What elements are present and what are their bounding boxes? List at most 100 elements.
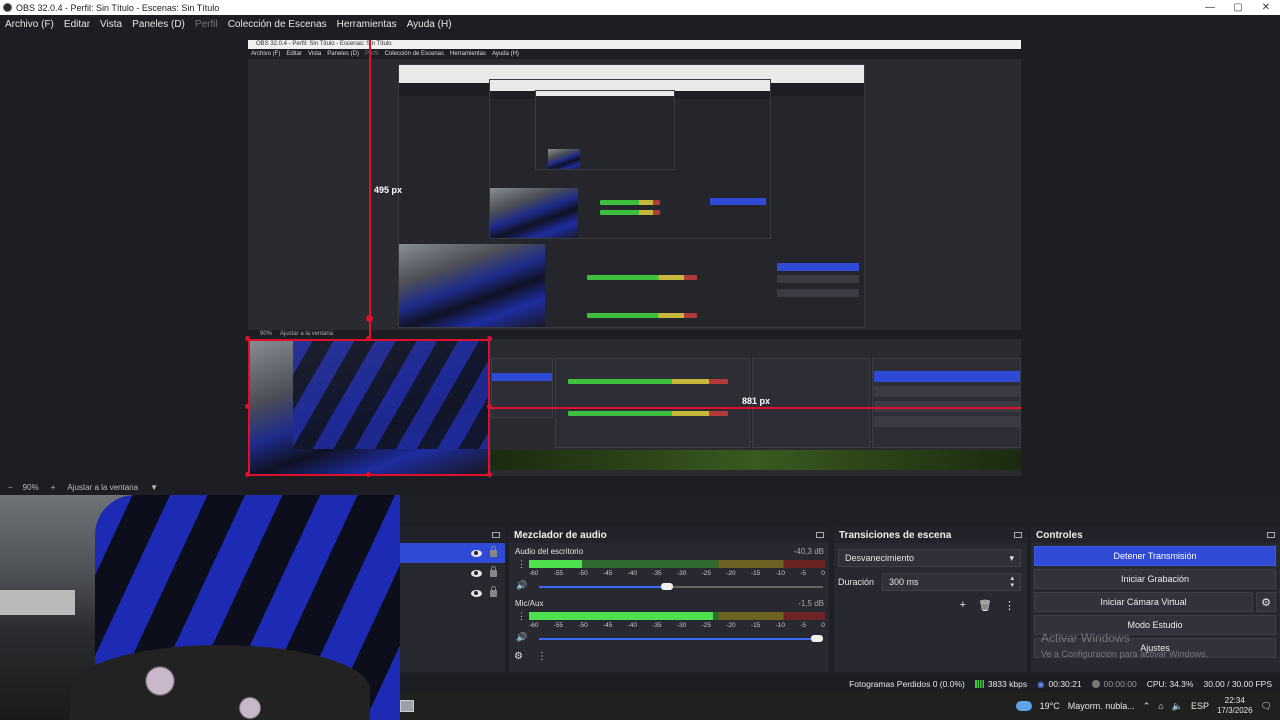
nested-menu-item: Archivo (F) bbox=[251, 51, 281, 57]
speaker-icon[interactable]: 🔊 bbox=[516, 632, 527, 643]
nested-menu-bar: Archivo (F) Editar Vista Paneles (D) Per… bbox=[248, 49, 1021, 59]
volume-icon[interactable]: 🔈 bbox=[1172, 701, 1183, 712]
gear-icon[interactable]: ⚙ bbox=[1256, 592, 1276, 612]
zoom-in-button[interactable]: + bbox=[45, 483, 62, 492]
visibility-eye-icon[interactable] bbox=[471, 589, 482, 597]
menu-vista[interactable]: Vista bbox=[95, 19, 127, 30]
system-tray: 19°C Mayorm. nubla... ⌃ ⌂ 🔈 ESP 22:34 17… bbox=[1015, 696, 1280, 716]
record-time: 00:00:00 bbox=[1103, 679, 1137, 689]
clock-time: 22:34 bbox=[1224, 696, 1245, 705]
zoom-dropdown-icon[interactable]: ▼ bbox=[144, 483, 164, 492]
cpu-usage: CPU: 34.3% bbox=[1146, 679, 1194, 689]
nested-sources-panel bbox=[491, 358, 553, 418]
weather-temp[interactable]: 19°C bbox=[1040, 701, 1060, 711]
network-icon[interactable]: ⌂ bbox=[1158, 701, 1163, 711]
speaker-icon[interactable]: 🔊 bbox=[516, 580, 527, 591]
resize-handle[interactable] bbox=[366, 472, 371, 477]
audio-track-desktop: Audio del escritorio -40,3 dB ⋮ -60 -55 -5… bbox=[509, 543, 829, 595]
horizontal-guide-line bbox=[490, 407, 1021, 409]
nested-audio-panel bbox=[555, 358, 750, 448]
transitions-header: Transiciones de escena bbox=[834, 527, 1027, 543]
lock-icon[interactable] bbox=[490, 565, 497, 577]
nested-preview-level-3 bbox=[489, 79, 771, 239]
menu-bar: Archivo (F) Editar Vista Paneles (D) Per… bbox=[0, 15, 1280, 33]
resize-handle[interactable] bbox=[245, 336, 250, 341]
chevron-up-icon[interactable]: ⌃ bbox=[1143, 701, 1151, 712]
audio-mixer-toolbar: ⚙ ⋮ bbox=[509, 647, 829, 662]
nested-menu-item: Editar bbox=[286, 51, 303, 57]
menu-paneles[interactable]: Paneles (D) bbox=[127, 19, 190, 30]
language-indicator[interactable]: ESP bbox=[1191, 701, 1209, 711]
selection-box[interactable] bbox=[248, 339, 490, 476]
transitions-toolbar: + 🗑 ⋮ bbox=[834, 599, 1015, 612]
start-recording-button[interactable]: Iniciar Grabación bbox=[1034, 569, 1276, 589]
spinner-arrows-icon[interactable]: ▴ ▾ bbox=[1010, 575, 1014, 589]
menu-editar[interactable]: Editar bbox=[59, 19, 95, 30]
resize-handle[interactable] bbox=[487, 472, 492, 477]
fit-to-window-label[interactable]: Ajustar a la ventana bbox=[61, 483, 144, 492]
nested-taskbar bbox=[491, 450, 1021, 470]
dock-undock-icon[interactable] bbox=[816, 532, 824, 538]
menu-perfil[interactable]: Perfil bbox=[190, 19, 223, 30]
taskbar-app-icon[interactable] bbox=[400, 700, 414, 712]
transition-menu-icon[interactable]: ⋮ bbox=[1004, 599, 1015, 612]
lock-icon[interactable] bbox=[490, 585, 497, 597]
menu-coleccion-escenas[interactable]: Colección de Escenas bbox=[223, 19, 332, 30]
audio-mixer-title: Mezclador de audio bbox=[514, 529, 607, 541]
add-transition-icon[interactable]: + bbox=[960, 599, 966, 612]
maximize-button[interactable]: ▢ bbox=[1224, 0, 1252, 15]
audio-mixer-header: Mezclador de audio bbox=[509, 527, 829, 543]
volume-slider[interactable] bbox=[539, 635, 824, 642]
resize-handle[interactable] bbox=[366, 336, 371, 341]
track-name: Mic/Aux bbox=[515, 599, 544, 608]
track-menu-icon[interactable]: ⋮ bbox=[517, 559, 526, 570]
nested-menu-item: Perfil bbox=[364, 51, 379, 57]
resize-handle[interactable] bbox=[487, 336, 492, 341]
source-row[interactable] bbox=[400, 543, 505, 563]
start-virtual-camera-button[interactable]: Iniciar Cámara Virtual bbox=[1034, 592, 1253, 612]
weather-description[interactable]: Mayorm. nubla... bbox=[1068, 701, 1135, 711]
resize-handle[interactable] bbox=[245, 472, 250, 477]
dock-undock-icon[interactable] bbox=[1267, 532, 1275, 538]
visibility-eye-icon[interactable] bbox=[471, 549, 482, 557]
remove-transition-icon[interactable]: 🗑 bbox=[978, 599, 992, 612]
transition-select[interactable]: Desvanecimiento ▾ bbox=[838, 549, 1021, 567]
resize-handle[interactable] bbox=[245, 404, 250, 409]
dock-undock-icon[interactable] bbox=[492, 532, 500, 538]
menu-archivo[interactable]: Archivo (F) bbox=[0, 19, 59, 30]
track-menu-icon[interactable]: ⋮ bbox=[517, 611, 526, 622]
meter-fill bbox=[529, 612, 713, 620]
zoom-out-button[interactable]: − bbox=[0, 483, 17, 492]
volume-knob[interactable] bbox=[660, 583, 673, 590]
mixer-menu-icon[interactable]: ⋮ bbox=[537, 651, 547, 662]
audio-track-mic: Mic/Aux -1,5 dB ⋮ -60 -55 -50 -45 -40 -35 -30-… bbox=[509, 595, 829, 647]
track-db: -1,5 dB bbox=[798, 599, 824, 608]
guide-handle[interactable] bbox=[366, 315, 373, 322]
menu-herramientas[interactable]: Herramientas bbox=[332, 19, 402, 30]
notifications-icon[interactable]: 🗨 bbox=[1261, 701, 1272, 712]
minimize-button[interactable]: — bbox=[1196, 0, 1224, 15]
stop-streaming-button[interactable]: Detener Transmisión bbox=[1034, 546, 1276, 566]
activation-watermark-subtitle: Ve a Configuración para activar Windows. bbox=[1041, 649, 1209, 659]
nested-fit-label: Ajustar a la ventana bbox=[280, 331, 334, 337]
menu-ayuda[interactable]: Ayuda (H) bbox=[402, 19, 457, 30]
volume-knob[interactable] bbox=[811, 635, 824, 642]
dock-undock-icon[interactable] bbox=[1014, 532, 1022, 538]
vertical-measure-label: 495 px bbox=[374, 185, 403, 195]
duration-value: 300 ms bbox=[889, 577, 919, 587]
nested-menu-item: Vista bbox=[308, 51, 322, 57]
advanced-audio-properties-icon[interactable]: ⚙ bbox=[514, 651, 523, 662]
chevron-down-icon: ▾ bbox=[1009, 552, 1014, 563]
lock-icon[interactable] bbox=[490, 545, 497, 557]
source-row[interactable] bbox=[400, 563, 505, 583]
clock[interactable]: 22:34 17/3/2026 bbox=[1217, 696, 1253, 716]
volume-slider[interactable] bbox=[539, 583, 823, 590]
fps: 30.00 / 30.00 FPS bbox=[1203, 679, 1272, 689]
close-button[interactable]: ✕ bbox=[1252, 0, 1280, 15]
weather-icon[interactable] bbox=[1015, 701, 1032, 711]
resize-handle[interactable] bbox=[487, 404, 492, 409]
controls-title: Controles bbox=[1036, 529, 1083, 541]
visibility-eye-icon[interactable] bbox=[471, 569, 482, 577]
duration-spinbox[interactable]: 300 ms ▴ ▾ bbox=[882, 573, 1021, 591]
source-row[interactable] bbox=[400, 583, 505, 603]
